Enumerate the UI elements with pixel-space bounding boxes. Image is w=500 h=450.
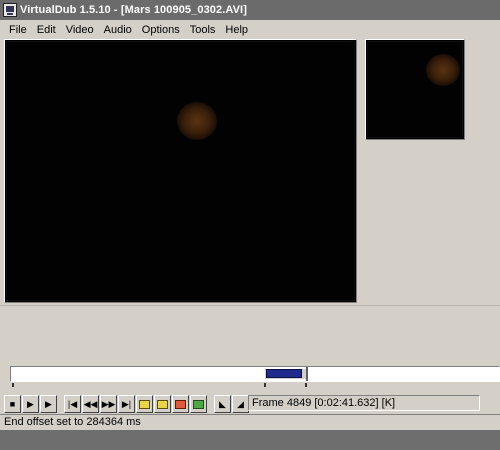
title-bar: VirtualDub 1.5.10 - [Mars 100905_0302.AV… xyxy=(0,0,500,20)
timeline-slider-thumb[interactable] xyxy=(266,369,302,378)
menu-bar: File Edit Video Audio Options Tools Help xyxy=(0,22,500,38)
stop-icon: ■ xyxy=(9,398,16,409)
next-keyframe-icon xyxy=(157,399,168,409)
play-output-button[interactable]: ▶ xyxy=(40,395,57,413)
planet-image xyxy=(426,54,460,86)
start-icon: |◀ xyxy=(67,398,78,409)
prev-keyframe-button[interactable] xyxy=(136,395,153,413)
menu-help[interactable]: Help xyxy=(220,22,253,38)
app-icon[interactable] xyxy=(3,3,17,17)
timeline-track[interactable] xyxy=(10,366,500,382)
scene-forward-button[interactable] xyxy=(190,395,207,413)
scene-back-button[interactable] xyxy=(172,395,189,413)
menu-options[interactable]: Options xyxy=(137,22,185,38)
next-frame-button[interactable]: ▶▶ xyxy=(100,395,117,413)
play-output-icon: ▶ xyxy=(45,398,52,409)
menu-audio[interactable]: Audio xyxy=(99,22,137,38)
prev-keyframe-icon xyxy=(139,399,150,409)
output-video-pane[interactable] xyxy=(365,39,465,140)
stop-button[interactable]: ■ xyxy=(4,395,21,413)
timeline-tick xyxy=(305,383,307,387)
prev-frame-icon: ◀◀ xyxy=(83,398,98,409)
end-icon: ▶| xyxy=(121,398,132,409)
planet-image xyxy=(177,102,217,140)
menu-edit[interactable]: Edit xyxy=(32,22,61,38)
window-title: VirtualDub 1.5.10 - [Mars 100905_0302.AV… xyxy=(20,4,247,16)
menu-file[interactable]: File xyxy=(4,22,32,38)
selection-end-marker xyxy=(306,367,308,381)
timeline-tick xyxy=(12,383,14,387)
frame-readout: Frame 4849 [0:02:41.632] [K] xyxy=(248,395,480,411)
mark-in-icon: ◣ xyxy=(219,398,226,409)
status-bar: End offset set to 284364 ms xyxy=(0,414,500,429)
playback-toolbar: ■ ▶ ▶ |◀ ◀◀ ▶▶ ▶| ◣ ◢ xyxy=(4,394,250,414)
next-keyframe-button[interactable] xyxy=(154,395,171,413)
play-input-icon: ▶ xyxy=(27,398,34,409)
scene-back-icon xyxy=(175,399,186,409)
input-video-pane[interactable] xyxy=(4,39,357,303)
menu-tools[interactable]: Tools xyxy=(185,22,221,38)
menu-video[interactable]: Video xyxy=(61,22,99,38)
input-video-frame xyxy=(6,41,355,301)
mark-in-button[interactable]: ◣ xyxy=(214,395,231,413)
timeline-tick xyxy=(264,383,266,387)
taskbar-strip xyxy=(0,430,500,450)
divider xyxy=(0,305,500,306)
end-button[interactable]: ▶| xyxy=(118,395,135,413)
prev-frame-button[interactable]: ◀◀ xyxy=(82,395,99,413)
scene-forward-icon xyxy=(193,399,204,409)
next-frame-icon: ▶▶ xyxy=(101,398,116,409)
mark-out-icon: ◢ xyxy=(237,398,244,409)
start-button[interactable]: |◀ xyxy=(64,395,81,413)
play-input-button[interactable]: ▶ xyxy=(22,395,39,413)
virtualdub-window: VirtualDub 1.5.10 - [Mars 100905_0302.AV… xyxy=(0,0,500,450)
output-video-frame xyxy=(367,41,463,138)
mark-out-button[interactable]: ◢ xyxy=(232,395,249,413)
